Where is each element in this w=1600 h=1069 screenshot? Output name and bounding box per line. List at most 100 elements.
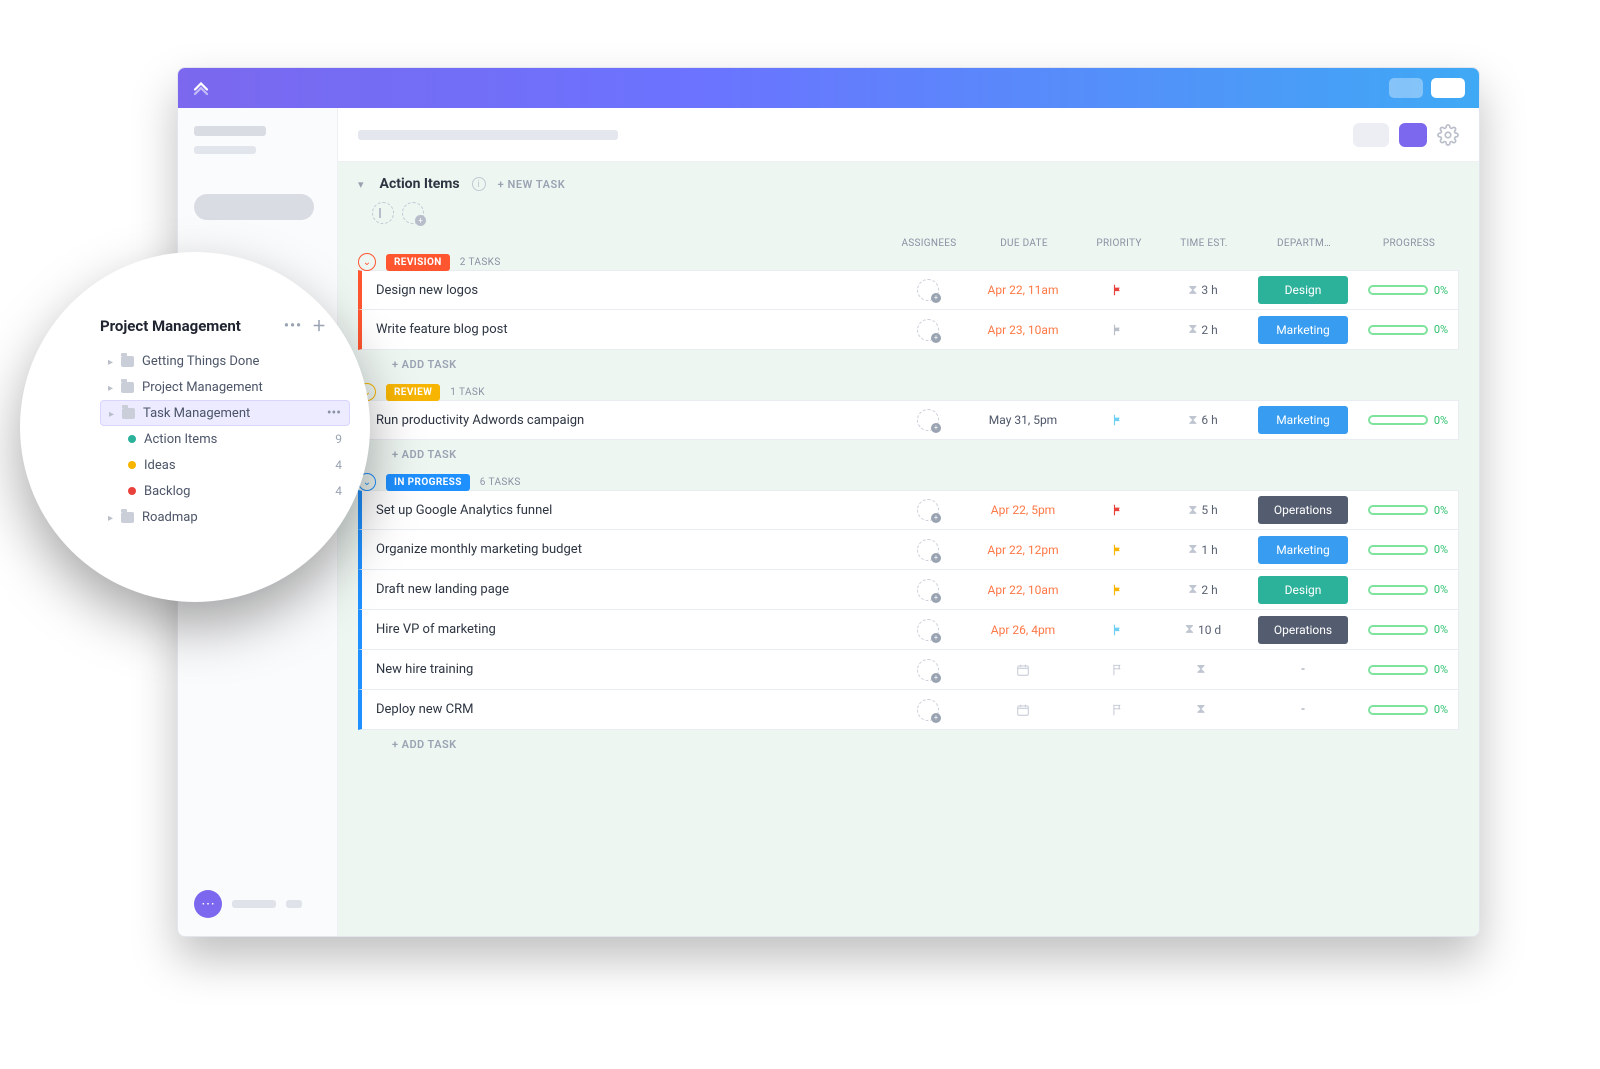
progress-cell[interactable]: 0% xyxy=(1358,284,1458,297)
department-cell[interactable]: - xyxy=(1248,662,1358,677)
group-collapse-icon[interactable]: ⌄ xyxy=(358,253,376,271)
due-date[interactable] xyxy=(968,663,1078,677)
progress-cell[interactable]: 0% xyxy=(1358,414,1458,427)
due-date[interactable]: Apr 22, 5pm xyxy=(968,503,1078,517)
progress-cell[interactable]: 0% xyxy=(1358,323,1458,336)
department-cell[interactable]: Marketing xyxy=(1248,406,1358,434)
sidebar-folder[interactable]: Project Management xyxy=(100,374,350,400)
progress-cell[interactable]: 0% xyxy=(1358,583,1458,596)
time-estimate[interactable]: ⧗6 h xyxy=(1158,413,1248,428)
due-date[interactable]: Apr 22, 10am xyxy=(968,583,1078,597)
department-cell[interactable]: - xyxy=(1248,702,1358,717)
progress-cell[interactable]: 0% xyxy=(1358,703,1458,716)
add-assignee-icon[interactable]: + xyxy=(402,202,424,224)
toolbar-button[interactable] xyxy=(1353,123,1389,147)
priority-flag-icon[interactable] xyxy=(1078,503,1158,517)
department-cell[interactable]: Design xyxy=(1248,276,1358,304)
due-date[interactable] xyxy=(968,703,1078,717)
progress-cell[interactable]: 0% xyxy=(1358,504,1458,517)
sidebar-folder[interactable]: Roadmap xyxy=(100,504,350,530)
time-estimate[interactable]: ⧗ xyxy=(1158,702,1248,717)
priority-flag-icon[interactable] xyxy=(1078,703,1158,717)
add-task-button[interactable]: + ADD TASK xyxy=(358,730,1459,751)
task-title[interactable]: Organize monthly marketing budget xyxy=(362,542,888,557)
assignee-cell[interactable]: + xyxy=(888,579,968,601)
due-date[interactable]: Apr 26, 4pm xyxy=(968,623,1078,637)
toolbar-button-primary[interactable] xyxy=(1399,123,1427,147)
task-title[interactable]: Design new logos xyxy=(362,283,888,298)
space-name[interactable]: Project Management xyxy=(100,317,241,335)
progress-cell[interactable]: 0% xyxy=(1358,663,1458,676)
task-title[interactable]: Deploy new CRM xyxy=(362,702,888,717)
department-cell[interactable]: Operations xyxy=(1248,616,1358,644)
search-icon[interactable] xyxy=(336,317,350,335)
priority-flag-icon[interactable] xyxy=(1078,283,1158,297)
priority-flag-icon[interactable] xyxy=(1078,543,1158,557)
sidebar-folder[interactable]: Task Management ••• xyxy=(100,400,350,426)
assignee-cell[interactable]: + xyxy=(888,499,968,521)
time-estimate[interactable]: ⧗2 h xyxy=(1158,582,1248,597)
task-title[interactable]: Run productivity Adwords campaign xyxy=(362,413,888,428)
time-estimate[interactable]: ⧗3 h xyxy=(1158,283,1248,298)
task-row[interactable]: Hire VP of marketing + Apr 26, 4pm ⧗10 d… xyxy=(358,610,1459,650)
section-collapse-icon[interactable] xyxy=(358,176,368,192)
priority-flag-icon[interactable] xyxy=(1078,413,1158,427)
sidebar-search-placeholder[interactable] xyxy=(194,194,314,220)
priority-flag-icon[interactable] xyxy=(1078,663,1158,677)
sidebar-list[interactable]: Ideas 4 xyxy=(100,452,350,478)
due-date[interactable]: May 31, 5pm xyxy=(968,413,1078,427)
task-title[interactable]: Set up Google Analytics funnel xyxy=(362,503,888,518)
add-icon[interactable]: ＋ xyxy=(312,316,326,336)
titlebar-pill-active[interactable] xyxy=(1431,78,1465,98)
status-chip[interactable]: REVIEW xyxy=(386,384,440,401)
assignee-cell[interactable]: + xyxy=(888,659,968,681)
assignee-cell[interactable]: + xyxy=(888,409,968,431)
time-estimate[interactable]: ⧗ xyxy=(1158,662,1248,677)
add-task-button[interactable]: + ADD TASK xyxy=(358,440,1459,461)
add-flag-icon[interactable] xyxy=(372,202,394,224)
task-title[interactable]: New hire training xyxy=(362,662,888,677)
task-row[interactable]: Draft new landing page + Apr 22, 10am ⧗2… xyxy=(358,570,1459,610)
assignee-cell[interactable]: + xyxy=(888,319,968,341)
time-estimate[interactable]: ⧗1 h xyxy=(1158,542,1248,557)
task-row[interactable]: Set up Google Analytics funnel + Apr 22,… xyxy=(358,490,1459,530)
sidebar-folder[interactable]: Getting Things Done xyxy=(100,348,350,374)
progress-cell[interactable]: 0% xyxy=(1358,543,1458,556)
task-row[interactable]: Run productivity Adwords campaign + May … xyxy=(358,400,1459,440)
more-icon[interactable]: ••• xyxy=(327,405,341,421)
priority-flag-icon[interactable] xyxy=(1078,583,1158,597)
due-date[interactable]: Apr 22, 12pm xyxy=(968,543,1078,557)
priority-flag-icon[interactable] xyxy=(1078,323,1158,337)
priority-flag-icon[interactable] xyxy=(1078,623,1158,637)
chat-fab-icon[interactable] xyxy=(194,890,222,918)
assignee-cell[interactable]: + xyxy=(888,699,968,721)
department-cell[interactable]: Operations xyxy=(1248,496,1358,524)
time-estimate[interactable]: ⧗2 h xyxy=(1158,322,1248,337)
task-row[interactable]: Deploy new CRM + ⧗ - 0% xyxy=(358,690,1459,730)
time-estimate[interactable]: ⧗5 h xyxy=(1158,503,1248,518)
assignee-cell[interactable]: + xyxy=(888,619,968,641)
task-row[interactable]: New hire training + ⧗ - 0% xyxy=(358,650,1459,690)
due-date[interactable]: Apr 22, 11am xyxy=(968,283,1078,297)
sidebar-list[interactable]: Backlog 4 xyxy=(100,478,350,504)
titlebar-pill[interactable] xyxy=(1389,78,1423,98)
progress-cell[interactable]: 0% xyxy=(1358,623,1458,636)
time-estimate[interactable]: ⧗10 d xyxy=(1158,622,1248,637)
add-task-button[interactable]: + ADD TASK xyxy=(358,350,1459,371)
status-chip[interactable]: IN PROGRESS xyxy=(386,474,470,491)
sidebar-list[interactable]: Action Items 9 xyxy=(100,426,350,452)
status-chip[interactable]: REVISION xyxy=(386,254,450,271)
assignee-cell[interactable]: + xyxy=(888,539,968,561)
more-icon[interactable]: ••• xyxy=(284,318,302,334)
task-row[interactable]: Design new logos + Apr 22, 11am ⧗3 h Des… xyxy=(358,270,1459,310)
department-cell[interactable]: Marketing xyxy=(1248,536,1358,564)
new-task-button[interactable]: + NEW TASK xyxy=(498,178,566,191)
task-title[interactable]: Draft new landing page xyxy=(362,582,888,597)
assignee-cell[interactable]: + xyxy=(888,279,968,301)
task-title[interactable]: Hire VP of marketing xyxy=(362,622,888,637)
info-icon[interactable]: i xyxy=(472,177,486,191)
task-row[interactable]: Organize monthly marketing budget + Apr … xyxy=(358,530,1459,570)
department-cell[interactable]: Design xyxy=(1248,576,1358,604)
task-title[interactable]: Write feature blog post xyxy=(362,322,888,337)
due-date[interactable]: Apr 23, 10am xyxy=(968,323,1078,337)
